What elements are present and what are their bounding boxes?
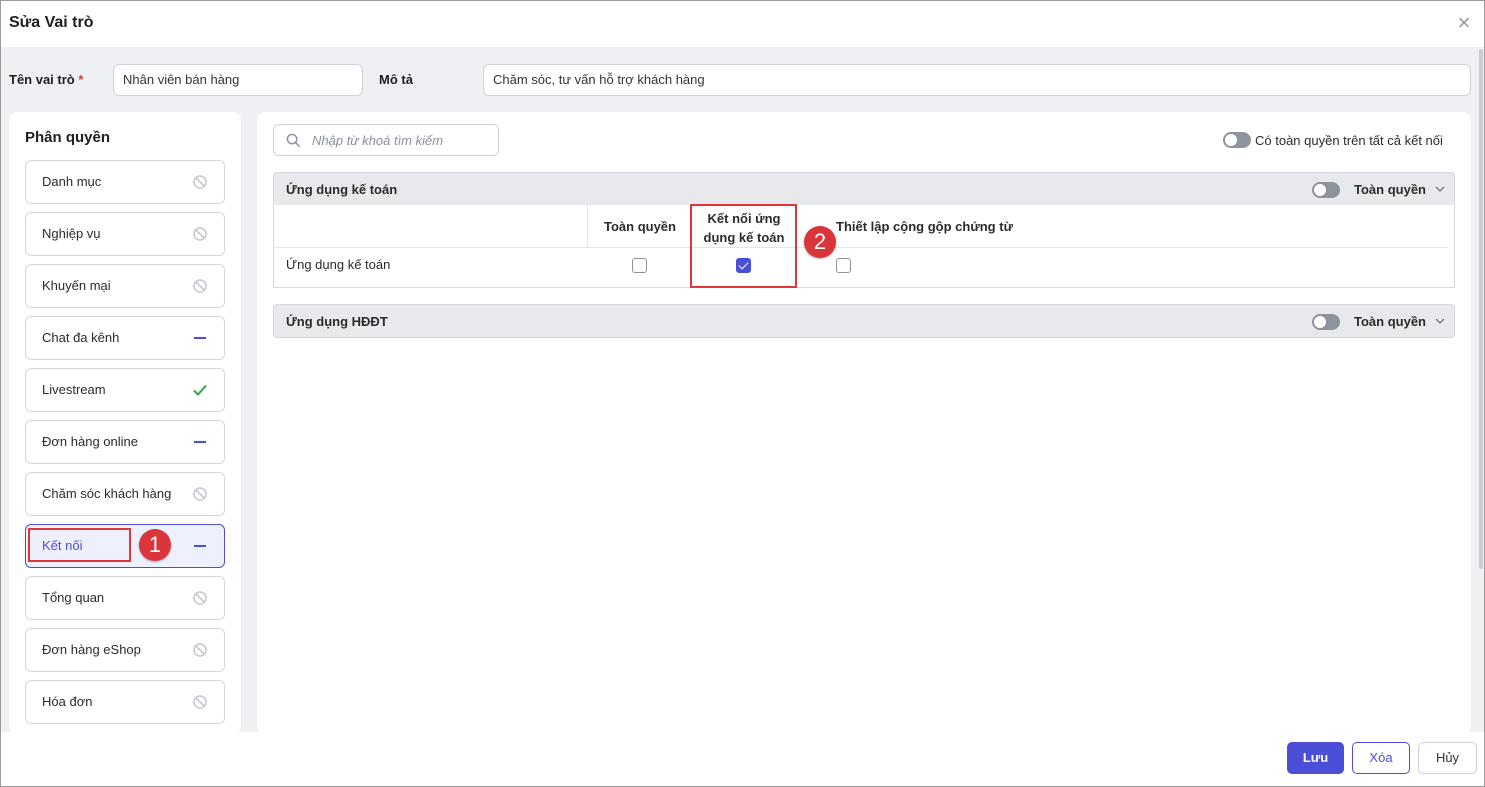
role-name-label: Tên vai trò *	[9, 72, 83, 87]
check-icon	[193, 384, 207, 396]
none-icon	[193, 227, 207, 241]
sidebar-item-label: Chăm sóc khách hàng	[42, 486, 172, 501]
sidebar-item-livestream[interactable]: Livestream	[25, 368, 225, 412]
sidebar-item-chat-da-kenh[interactable]: Chat đa kênh	[25, 316, 225, 360]
sidebar-item-khuyen-mai[interactable]: Khuyến mại	[25, 264, 225, 308]
group-header-ke-toan[interactable]: Ứng dụng kế toán Toàn quyền	[273, 172, 1455, 206]
annotation-badge-2: 2	[804, 226, 836, 258]
none-icon	[193, 695, 207, 709]
search-input[interactable]	[310, 126, 490, 154]
sidebar-item-label: Chat đa kênh	[42, 330, 120, 345]
highlight-box-1	[28, 528, 131, 562]
chevron-down-icon[interactable]	[1434, 315, 1446, 327]
delete-button[interactable]: Xóa	[1352, 742, 1410, 774]
description-label: Mô tả	[379, 72, 413, 87]
column-header-merge: Thiết lập cộng gộp chứng từ	[836, 219, 1013, 234]
role-name-input[interactable]: Nhân viên bán hàng	[113, 64, 363, 96]
sidebar-item-label: Đơn hàng online	[42, 434, 138, 449]
sidebar-item-label: Tổng quan	[42, 590, 105, 605]
group-full-label: Toàn quyền	[1354, 314, 1426, 329]
sidebar-item-label: Đơn hàng eShop	[42, 642, 141, 657]
sidebar-title: Phân quyền	[25, 129, 111, 146]
edit-role-dialog: Sửa Vai trò × Tên vai trò * Nhân viên bá…	[0, 0, 1485, 787]
chevron-down-icon[interactable]	[1434, 183, 1446, 195]
sidebar-item-tong-quan[interactable]: Tổng quan	[25, 576, 225, 620]
close-icon[interactable]: ×	[1454, 11, 1474, 35]
scrollbar[interactable]	[1479, 49, 1483, 569]
partial-icon	[194, 441, 206, 443]
none-icon	[193, 591, 207, 605]
highlight-box-2	[690, 204, 797, 288]
group-full-access-toggle[interactable]	[1312, 314, 1340, 330]
permission-panel: Có toàn quyền trên tất cả kết nối Ứng dụ…	[257, 112, 1471, 734]
none-icon	[193, 175, 207, 189]
none-icon	[193, 643, 207, 657]
partial-icon	[194, 545, 206, 547]
required-mark: *	[78, 72, 84, 87]
cancel-button[interactable]: Hủy	[1418, 742, 1477, 774]
group-title: Ứng dụng HĐĐT	[286, 314, 388, 329]
checkbox-merge-documents[interactable]	[836, 258, 851, 273]
sidebar-item-nghiep-vu[interactable]: Nghiệp vụ	[25, 212, 225, 256]
none-icon	[193, 487, 207, 501]
group-full-access-toggle[interactable]	[1312, 182, 1340, 198]
dialog-footer: Lưu Xóa Hủy	[1, 732, 1484, 786]
sidebar-item-label: Nghiệp vụ	[42, 226, 101, 241]
none-icon	[193, 279, 207, 293]
group-body-ke-toan: Toàn quyền Kết nối ứng dụng kế toán Thiế…	[273, 205, 1455, 288]
dialog-header: Sửa Vai trò ×	[1, 1, 1484, 47]
checkbox-full-access[interactable]	[632, 258, 647, 273]
sidebar-item-label: Hóa đơn	[42, 694, 93, 709]
group-header-hddt[interactable]: Ứng dụng HĐĐT Toàn quyền	[273, 304, 1455, 338]
sidebar-item-hoa-don[interactable]: Hóa đơn	[25, 680, 225, 724]
save-button[interactable]: Lưu	[1287, 742, 1344, 774]
search-icon	[286, 133, 301, 148]
global-full-access-toggle[interactable]	[1223, 132, 1251, 148]
sidebar-item-don-hang-online[interactable]: Đơn hàng online	[25, 420, 225, 464]
group-full-label: Toàn quyền	[1354, 182, 1426, 197]
permission-sidebar: Phân quyền Danh mục Nghiệp vụ Khuyến mại…	[9, 112, 241, 734]
annotation-badge-1: 1	[139, 529, 171, 561]
dialog-title: Sửa Vai trò	[9, 14, 94, 31]
sidebar-item-label: Khuyến mại	[42, 278, 111, 293]
sidebar-item-label: Danh mục	[42, 174, 102, 189]
global-toggle-label: Có toàn quyền trên tất cả kết nối	[1255, 133, 1443, 148]
sidebar-item-label: Livestream	[42, 382, 106, 397]
search-box[interactable]	[273, 124, 499, 156]
role-name-label-text: Tên vai trò	[9, 72, 75, 87]
description-input[interactable]: Chăm sóc, tư vấn hỗ trợ khách hàng	[483, 64, 1471, 96]
row-label: Ứng dụng kế toán	[286, 257, 391, 272]
partial-icon	[194, 337, 206, 339]
sidebar-item-cham-soc-khach-hang[interactable]: Chăm sóc khách hàng	[25, 472, 225, 516]
sidebar-item-don-hang-eshop[interactable]: Đơn hàng eShop	[25, 628, 225, 672]
row-divider	[274, 247, 1448, 248]
group-title: Ứng dụng kế toán	[286, 182, 398, 197]
column-header-full: Toàn quyền	[604, 219, 676, 234]
sidebar-item-danh-muc[interactable]: Danh mục	[25, 160, 225, 204]
